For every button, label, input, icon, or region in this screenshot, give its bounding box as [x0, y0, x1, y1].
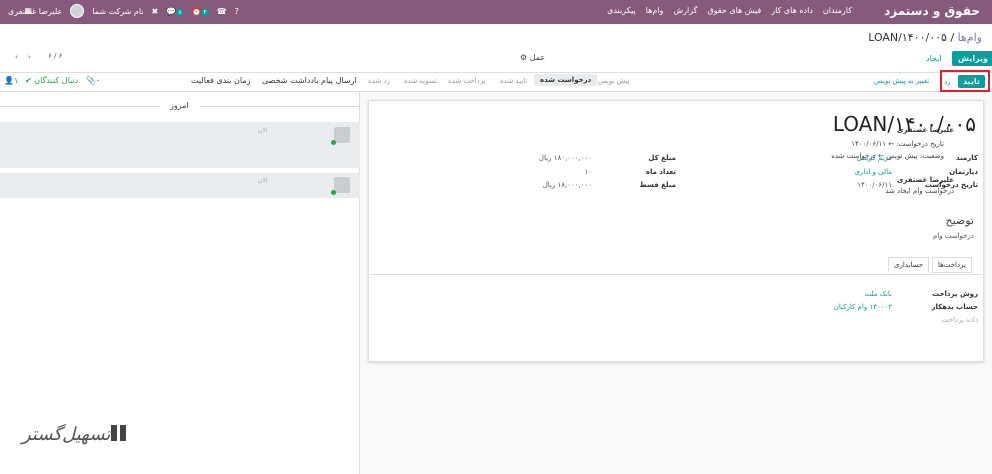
messages-icon[interactable]: 💬 ۸ — [166, 7, 184, 16]
description-field[interactable]: درخواست وام — [933, 232, 974, 240]
department-label: دپارتمان — [949, 168, 978, 176]
breadcrumb: وام‌ها / LOAN/۱۴۰۰/۰۰۵ — [868, 31, 982, 44]
user-icon: 👤 — [4, 76, 14, 85]
chevron-left-icon[interactable]: ‹ — [15, 53, 18, 61]
app-title[interactable]: حقوق و دستمزد — [884, 4, 980, 18]
chatter-message — [0, 173, 360, 198]
tracking-line: وضعیت: پیش نویس ← درخواست شده — [831, 152, 944, 160]
payment-method-label: روش پرداخت — [932, 290, 978, 298]
attachment-count[interactable]: 📎۰ — [86, 76, 100, 85]
message-time: الان — [258, 127, 268, 134]
messages-badge: ۸ — [176, 8, 184, 16]
message-body: درخواست وام ایجاد شد — [885, 187, 954, 195]
payment-method-field[interactable]: بانک ملت — [865, 290, 892, 298]
stage-rejected[interactable]: رد شده — [368, 77, 390, 85]
activity-badge: ۴ — [201, 8, 209, 16]
breadcrumb-current: LOAN/۱۴۰۰/۰۰۵ — [868, 31, 947, 44]
description-title: توضیح — [945, 214, 974, 227]
help-icon[interactable]: ? — [235, 7, 239, 16]
top-navbar: ▦ حقوق و دستمزد کارمندان داده های کار فی… — [0, 0, 992, 24]
menu-config[interactable]: پیکربندی — [607, 6, 636, 15]
menu-loans[interactable]: وام‌ها — [646, 6, 664, 15]
message-time: الان — [258, 177, 268, 184]
date-separator: امروز — [170, 101, 189, 110]
paid-label: داده پرداخت — [941, 316, 978, 324]
total-amount-field[interactable]: ۱۸۰,۰۰۰,۰۰۰ ریال — [539, 154, 592, 162]
total-amount-label: مبلغ کل — [648, 154, 676, 162]
breadcrumb-separator: / — [950, 31, 955, 44]
divider — [0, 106, 160, 107]
main-menu: کارمندان داده های کار فیش های حقوق گزارش… — [607, 6, 852, 15]
author-avatar[interactable] — [334, 177, 350, 193]
watermark-mark-icon — [111, 425, 126, 441]
author-avatar[interactable] — [334, 127, 350, 143]
tab-payments[interactable]: پرداخت‌ها — [932, 257, 972, 273]
stage-approved[interactable]: تایید شده — [500, 77, 527, 85]
create-button[interactable]: ایجاد — [926, 54, 942, 63]
debug-icon[interactable]: ✖ — [152, 7, 159, 16]
menu-reports[interactable]: گزارش — [673, 6, 697, 15]
action-menu[interactable]: ⚙ عمل — [520, 53, 545, 62]
menu-work-data[interactable]: داده های کار — [771, 6, 813, 15]
stage-paid[interactable]: پرداخت شده — [448, 77, 486, 85]
chatter-message — [0, 122, 360, 168]
installment-label: مبلغ قسط — [639, 181, 676, 189]
debit-account-label: حساب بدهکار — [931, 303, 978, 311]
highlight-box — [940, 70, 990, 92]
paperclip-icon: 📎 — [86, 76, 96, 85]
activity-icon[interactable]: ⏰ ۴ — [191, 7, 209, 16]
debit-account-field[interactable]: ۱۴۰۰۰۲ وام کارکنان — [834, 303, 892, 311]
chevron-right-icon[interactable]: › — [28, 53, 31, 61]
online-status-icon — [331, 190, 336, 195]
divider — [0, 72, 992, 73]
send-message-button[interactable]: ارسال پیام — [321, 76, 357, 85]
company-name[interactable]: نام شرکت شما — [92, 7, 143, 16]
employee-label: کارمند — [956, 154, 978, 162]
schedule-activity-button[interactable]: زمان بندی فعالیت — [191, 76, 250, 85]
breadcrumb-parent[interactable]: وام‌ها — [958, 31, 982, 44]
gear-icon: ⚙ — [520, 53, 528, 62]
log-note-button[interactable]: یادداشت شخصی — [262, 76, 319, 85]
user-avatar[interactable] — [70, 4, 85, 18]
followers-count[interactable]: 👤۱ — [4, 76, 18, 85]
phone-icon[interactable]: ☎ — [217, 7, 227, 16]
watermark-logo: تسهیل‌گستر — [22, 424, 111, 445]
online-status-icon — [331, 140, 336, 145]
message-author[interactable]: علیرضا غضنفری — [897, 126, 954, 134]
pager-arrows: ‹ › — [15, 53, 31, 61]
menu-payslips[interactable]: فیش های حقوق — [707, 6, 761, 15]
tab-accounting[interactable]: حسابداری — [888, 257, 930, 273]
tabs-divider — [370, 274, 982, 275]
stage-settled[interactable]: تسویه شده — [404, 77, 437, 85]
pager-value[interactable]: ۶ / ۶ — [48, 52, 62, 60]
check-icon: ✔ — [25, 76, 32, 85]
to-draft-button[interactable]: تغییر به پیش نویس — [874, 77, 929, 85]
follow-button[interactable]: ✔ دنبال کنندگان — [25, 76, 78, 85]
stage-draft[interactable]: پیش نویس — [598, 77, 630, 85]
tracking-line: تاریخ درخواست: ← ۱۴۰۰/۰۶/۱۱ — [851, 140, 944, 148]
divider — [200, 106, 360, 107]
menu-employees[interactable]: کارمندان — [823, 6, 852, 15]
message-author[interactable]: علیرضا غضنفری — [897, 176, 954, 184]
installment-field[interactable]: ۱۸,۰۰۰,۰۰۰ ریال — [543, 181, 592, 189]
months-field[interactable]: ۱۰ — [584, 168, 592, 176]
edit-button[interactable]: ویرایش — [952, 51, 992, 66]
systray: علیرضا غضنفری نام شرکت شما ✖ 💬 ۸ ⏰ ۴ ☎ ? — [8, 4, 239, 18]
months-label: تعداد ماه — [645, 168, 676, 176]
department-field[interactable]: مالی و اداری — [854, 168, 892, 176]
stage-requested[interactable]: درخواست شده — [534, 74, 598, 86]
user-name[interactable]: علیرضا غضنفری — [8, 7, 62, 16]
action-label: عمل — [529, 53, 546, 62]
